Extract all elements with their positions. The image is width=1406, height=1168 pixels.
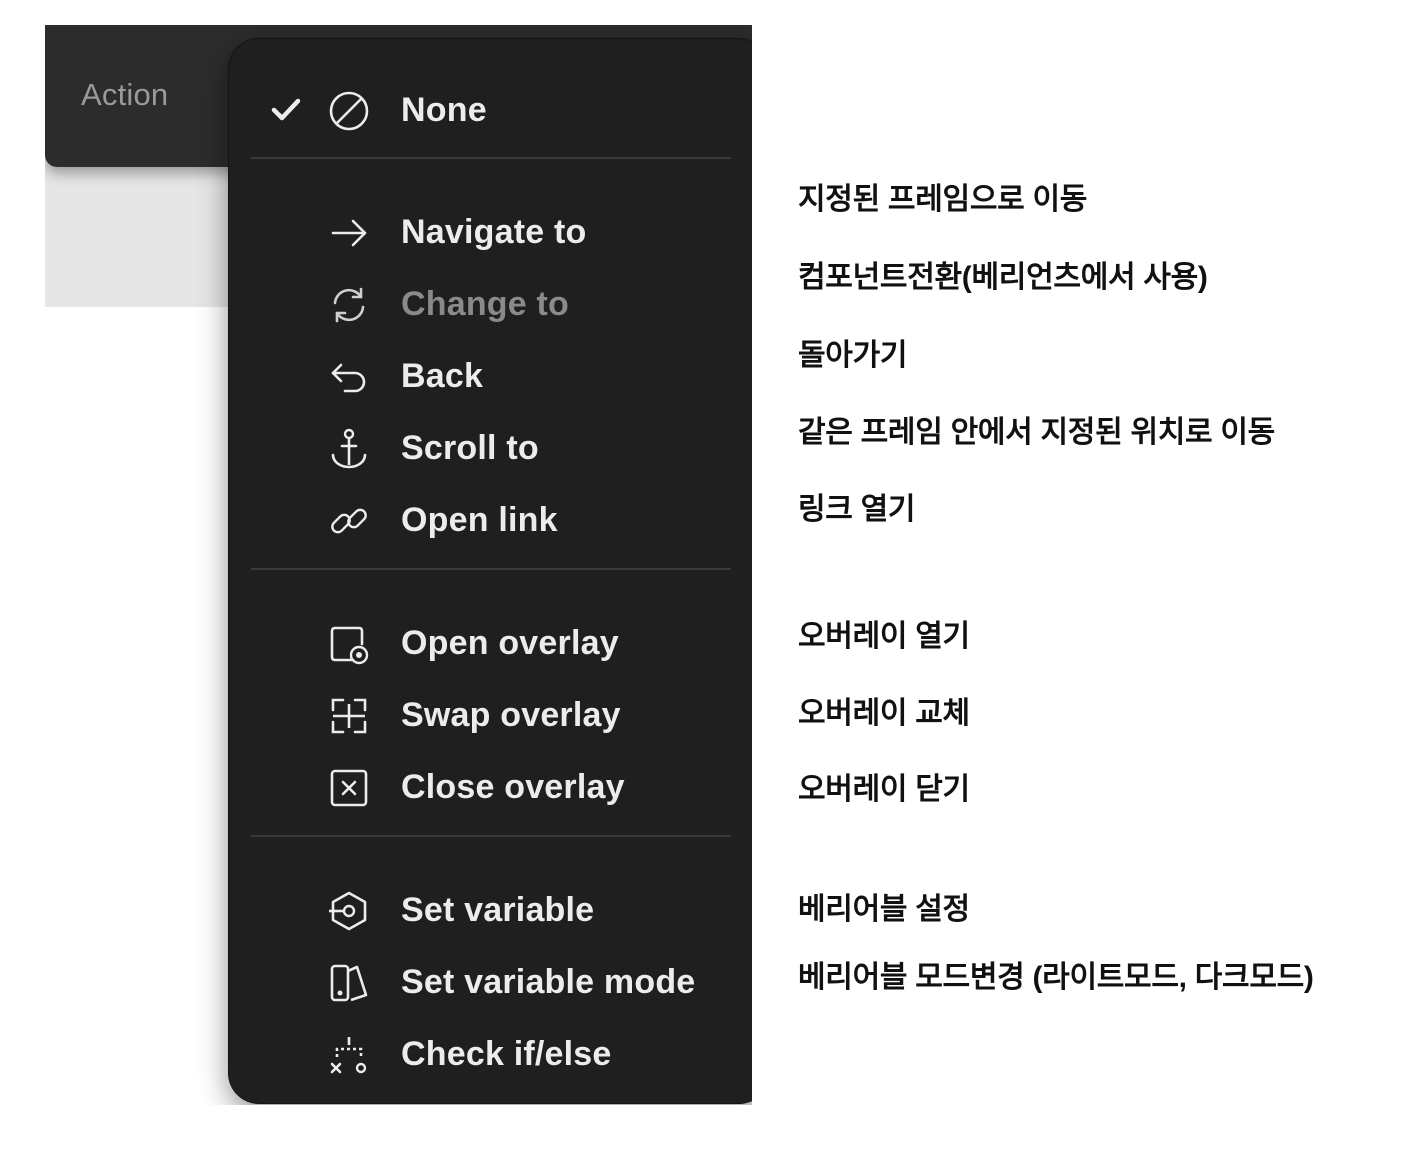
menu-item-set-variable[interactable]: Set variable — [229, 879, 749, 941]
menu-item-navigate-to[interactable]: Navigate to — [229, 201, 749, 263]
variable-mode-icon — [327, 961, 371, 1005]
menu-item-label: Swap overlay — [401, 696, 621, 734]
swap-overlay-icon — [327, 694, 371, 738]
note-back: 돌아가기 — [798, 339, 908, 372]
menu-item-scroll-to[interactable]: Scroll to — [229, 417, 749, 479]
close-overlay-icon — [327, 766, 371, 810]
menu-item-open-link[interactable]: Open link — [229, 489, 749, 551]
figma-prototype-panel: Action None Navigate to Change to Back S… — [45, 25, 752, 1105]
menu-item-back[interactable]: Back — [229, 345, 749, 407]
menu-item-label: Set variable — [401, 891, 595, 929]
menu-item-label: Check if/else — [401, 1035, 612, 1073]
set-variable-icon — [327, 889, 371, 933]
menu-item-set-variable-mode[interactable]: Set variable mode — [229, 951, 749, 1013]
note-open-overlay: 오버레이 열기 — [798, 620, 970, 653]
menu-item-label: Change to — [401, 285, 570, 323]
menu-item-label: None — [401, 91, 487, 129]
menu-item-none[interactable]: None — [229, 79, 749, 141]
menu-item-label: Set variable mode — [401, 963, 696, 1001]
note-change-to: 컴포넌트전환(베리언츠에서 사용) — [798, 261, 1208, 294]
menu-item-label: Scroll to — [401, 429, 539, 467]
note-set-variable-mode: 베리어블 모드변경 (라이트모드, 다크모드) — [798, 961, 1314, 994]
none-icon — [327, 89, 371, 133]
checkmark-icon — [267, 91, 305, 129]
refresh-icon — [327, 283, 371, 327]
note-set-variable: 베리어블 설정 — [798, 893, 970, 926]
note-navigate-to: 지정된 프레임으로 이동 — [798, 183, 1088, 216]
menu-divider — [251, 157, 731, 159]
note-open-link: 링크 열기 — [798, 493, 916, 526]
menu-item-check-if-else[interactable]: Check if/else — [229, 1023, 749, 1085]
menu-item-label: Back — [401, 357, 484, 395]
menu-item-label: Close overlay — [401, 768, 625, 806]
conditional-icon — [327, 1033, 371, 1077]
arrow-right-icon — [327, 211, 371, 255]
note-close-overlay: 오버레이 닫기 — [798, 773, 970, 806]
menu-item-change-to[interactable]: Change to — [229, 273, 749, 335]
menu-item-close-overlay[interactable]: Close overlay — [229, 756, 749, 818]
menu-item-open-overlay[interactable]: Open overlay — [229, 612, 749, 674]
menu-item-label: Navigate to — [401, 213, 587, 251]
anchor-icon — [327, 427, 371, 471]
link-icon — [327, 499, 371, 543]
menu-divider — [251, 568, 731, 570]
note-swap-overlay: 오버레이 교체 — [798, 697, 970, 730]
action-label: Action — [81, 77, 169, 112]
menu-divider — [251, 835, 731, 837]
note-scroll-to: 같은 프레임 안에서 지정된 위치로 이동 — [798, 416, 1275, 449]
menu-item-label: Open link — [401, 501, 558, 539]
menu-item-label: Open overlay — [401, 624, 619, 662]
action-dropdown-menu: None Navigate to Change to Back Scroll t… — [229, 39, 752, 1103]
open-overlay-icon — [327, 622, 371, 666]
menu-item-swap-overlay[interactable]: Swap overlay — [229, 684, 749, 746]
back-arrow-icon — [327, 355, 371, 399]
